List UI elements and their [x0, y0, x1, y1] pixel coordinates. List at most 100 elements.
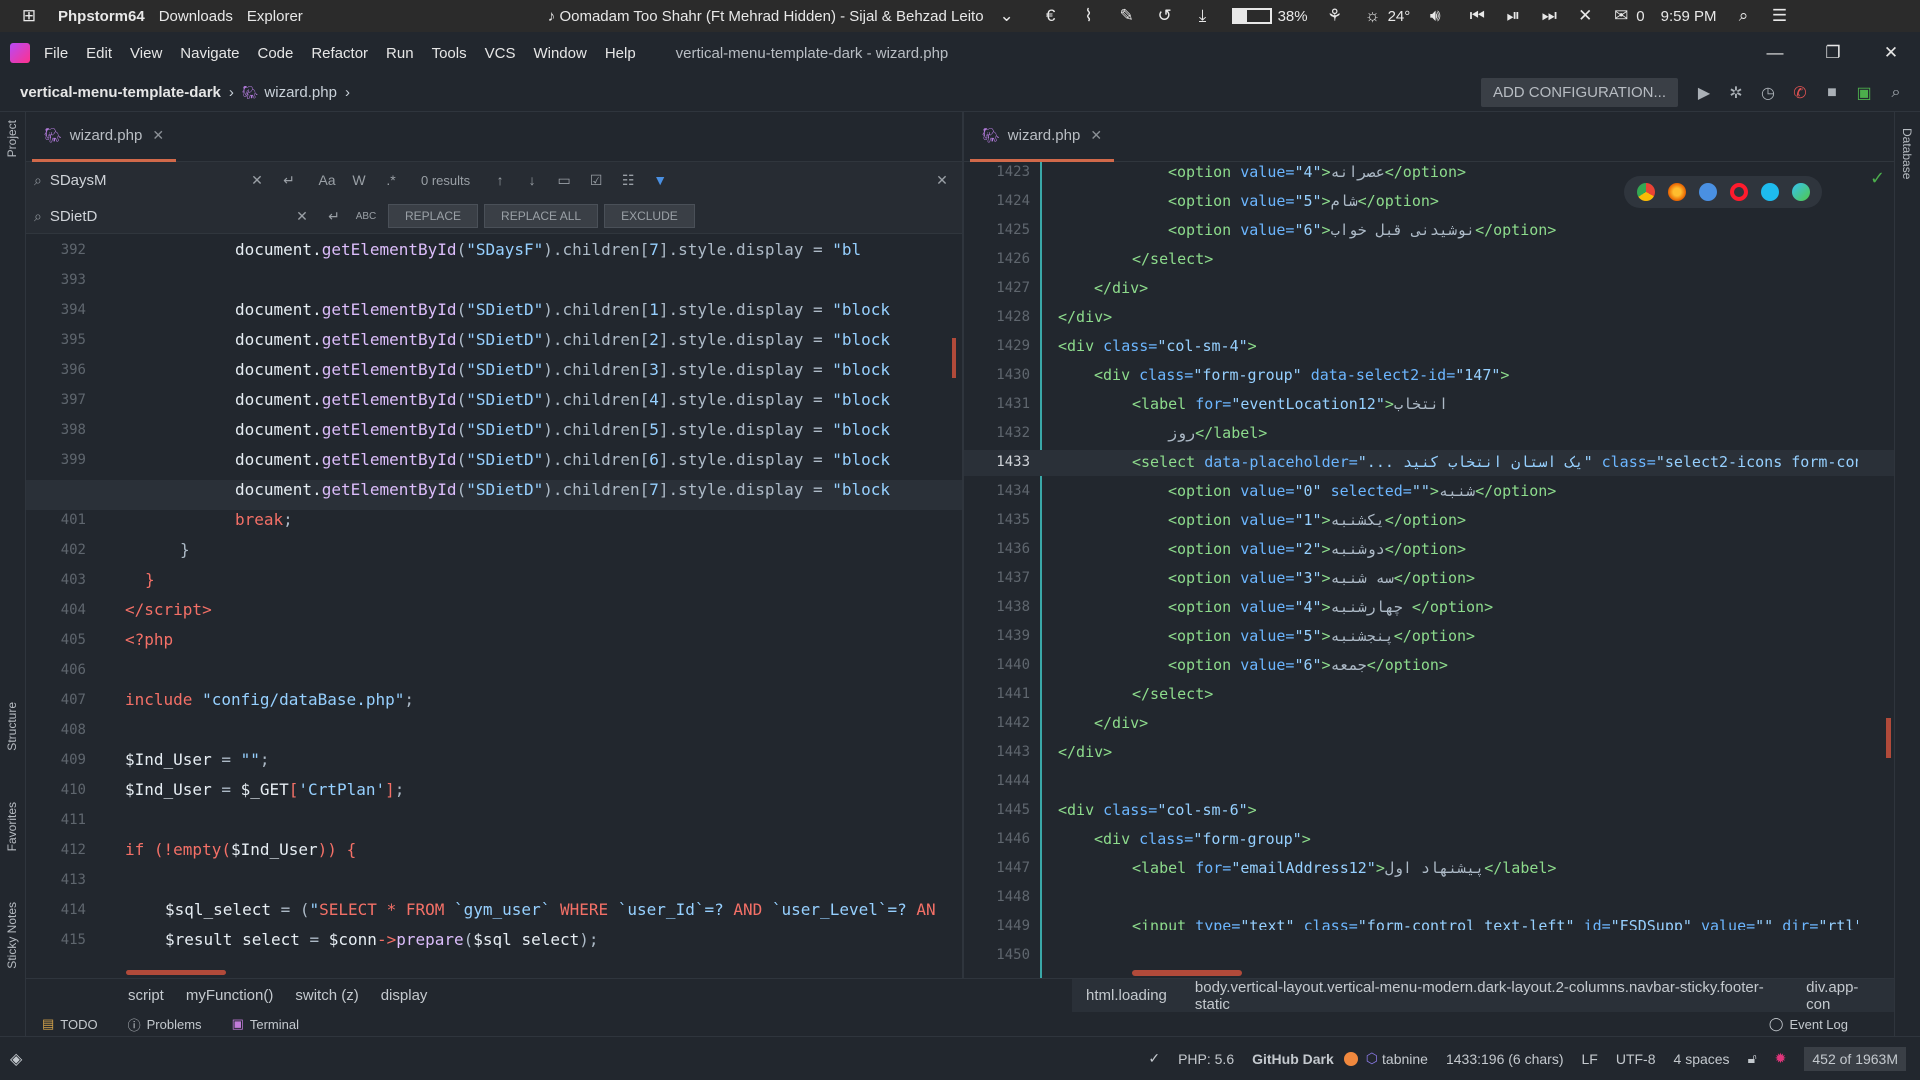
terminal-icon[interactable]: ▣ [1848, 83, 1880, 103]
memory-indicator[interactable]: 452 of 1963M [1804, 1046, 1906, 1071]
bug-icon[interactable]: ✹ [1775, 1050, 1787, 1067]
history-icon[interactable]: ↺ [1150, 6, 1180, 26]
euro-icon[interactable]: € [1036, 6, 1066, 26]
opera-icon[interactable] [1729, 183, 1748, 201]
breadcrumb-file[interactable]: wizard.php [264, 84, 337, 101]
file-encoding[interactable]: UTF-8 [1616, 1051, 1656, 1067]
search-field[interactable]: ⌕ SDaysM [26, 172, 241, 189]
left-code-area[interactable]: document.getElementById("SDaysF").childr… [125, 238, 960, 948]
restore-icon[interactable]: ❐ [1804, 43, 1862, 63]
microphone-muted-icon[interactable]: ✕ [1570, 6, 1600, 26]
taskbar-item-explorer[interactable]: Explorer [247, 8, 303, 25]
crumb-script[interactable]: script [128, 987, 164, 1004]
tab-wizard-php-right[interactable]: 🐘︎ wizard.php ✕ [970, 112, 1115, 162]
structure-tool-button[interactable]: Structure [5, 702, 19, 751]
run-icon[interactable]: ▶ [1688, 83, 1720, 103]
php-version[interactable]: PHP: 5.6 [1178, 1051, 1234, 1067]
close-find-icon[interactable]: ✕ [926, 172, 958, 189]
new-line-icon[interactable]: ↵ [273, 172, 305, 189]
replace-all-button[interactable]: REPLACE ALL [484, 204, 599, 228]
menu-edit[interactable]: Edit [86, 45, 112, 62]
volume-icon[interactable]: 🔊︎ [1420, 6, 1450, 26]
crumb-html[interactable]: html.loading [1086, 987, 1167, 1004]
crumb-display[interactable]: display [381, 987, 428, 1004]
next-occurrence-icon[interactable]: ↓ [516, 172, 548, 188]
menu-help[interactable]: Help [605, 45, 636, 62]
menu-view[interactable]: View [130, 45, 162, 62]
theme-name[interactable]: GitHub Dark [1252, 1051, 1334, 1067]
stop-icon[interactable]: ■ [1816, 84, 1848, 102]
tab-wizard-php-left[interactable]: 🐘︎ wizard.php ✕ [32, 112, 177, 162]
select-all-occurrences-icon[interactable]: ▭ [548, 172, 580, 189]
replace-field[interactable]: ⌕ SDietD [26, 208, 286, 225]
menu-run[interactable]: Run [386, 45, 414, 62]
edge-icon[interactable] [1791, 183, 1810, 201]
menu-navigate[interactable]: Navigate [180, 45, 239, 62]
vertical-scrollbar-marker[interactable] [1886, 718, 1891, 758]
debug-icon[interactable]: ✲ [1720, 83, 1752, 103]
menu-file[interactable]: File [44, 45, 68, 62]
pen-icon[interactable]: ✎ [1112, 6, 1142, 26]
network-icon[interactable]: ⚘ [1320, 6, 1350, 26]
preserve-case-icon[interactable]: ABC [350, 211, 382, 222]
search-input[interactable]: SDaysM [50, 172, 107, 189]
horizontal-scrollbar[interactable] [1132, 970, 1242, 976]
chevron-down-icon[interactable]: ⌄ [992, 6, 1022, 26]
menu-vcs[interactable]: VCS [485, 45, 516, 62]
menu-tools[interactable]: Tools [432, 45, 467, 62]
menu-code[interactable]: Code [257, 45, 293, 62]
tabnine-label[interactable]: tabnine [1382, 1051, 1428, 1067]
crumb-myfunction[interactable]: myFunction() [186, 987, 274, 1004]
horizontal-scrollbar[interactable] [126, 970, 226, 975]
breadcrumb-project[interactable]: vertical-menu-template-dark [20, 84, 221, 101]
right-code-area[interactable]: <option value="4">عصرانه</option> <optio… [1058, 160, 1858, 930]
add-configuration-button[interactable]: ADD CONFIGURATION... [1480, 78, 1678, 107]
clear-replace-icon[interactable]: ✕ [286, 208, 318, 225]
inspection-ok-icon[interactable]: ✓ [1148, 1050, 1160, 1067]
project-tool-button[interactable]: Project [5, 120, 19, 157]
match-case-icon[interactable]: Aa [311, 172, 343, 188]
replace-input[interactable]: SDietD [50, 208, 98, 225]
safari-icon[interactable] [1698, 183, 1717, 201]
mail-icon[interactable]: ✉ [1606, 6, 1636, 26]
download-icon[interactable]: ⤓ [1188, 6, 1218, 26]
regex-icon[interactable]: .* [375, 172, 407, 188]
search-everywhere-icon[interactable]: ⌕ [1880, 84, 1912, 102]
previous-occurrence-icon[interactable]: ↑ [484, 172, 516, 188]
indent-setting[interactable]: 4 spaces [1674, 1051, 1730, 1067]
media-now-playing[interactable]: ♪ Oomadam Too Shahr (Ft Mehrad Hidden) -… [548, 8, 984, 25]
exclude-button[interactable]: EXCLUDE [604, 204, 695, 228]
line-separator[interactable]: LF [1582, 1051, 1598, 1067]
menu-icon[interactable]: ☰ [1765, 6, 1795, 26]
menu-window[interactable]: Window [533, 45, 586, 62]
whole-words-icon[interactable]: W [343, 172, 375, 188]
previous-track-icon[interactable]: ⏮︎ [1462, 6, 1492, 26]
lock-icon[interactable]: 🔓︎ [1748, 1050, 1757, 1067]
menu-refactor[interactable]: Refactor [311, 45, 368, 62]
close-icon[interactable]: ✕ [1862, 43, 1920, 63]
crumb-switch[interactable]: switch (z) [295, 987, 358, 1004]
database-tool-button[interactable]: Database [1900, 128, 1914, 179]
taskbar-app-phpstorm[interactable]: Phpstorm64 [58, 8, 145, 25]
replace-new-line-icon[interactable]: ↵ [318, 208, 350, 225]
layers-icon[interactable]: ◈ [10, 1049, 22, 1069]
crumb-div-app[interactable]: div.app-con [1806, 979, 1880, 1013]
clock-time[interactable]: 9:59 PM [1661, 8, 1717, 25]
firefox-icon[interactable] [1667, 183, 1686, 201]
todo-tool-button[interactable]: TODO [60, 1017, 97, 1032]
favorites-tool-button[interactable]: Favorites [5, 802, 19, 851]
close-tab-icon[interactable]: ✕ [1090, 127, 1102, 144]
filter-lines-icon[interactable]: ☷ [612, 172, 644, 189]
no-problems-check-icon[interactable]: ✓ [1870, 168, 1885, 189]
filter-icon[interactable]: ▼ [644, 172, 676, 188]
vertical-scrollbar-marker[interactable] [952, 338, 956, 378]
internet-explorer-icon[interactable] [1760, 183, 1779, 201]
in-selection-icon[interactable]: ☑ [580, 172, 612, 189]
listen-debug-icon[interactable]: ✆ [1784, 83, 1816, 103]
sticky-notes-tool-button[interactable]: Sticky Notes [5, 902, 19, 969]
chrome-icon[interactable] [1636, 183, 1655, 201]
weather-icon[interactable]: ☼ [1358, 6, 1388, 26]
minimize-icon[interactable]: — [1746, 43, 1804, 63]
taskbar-item-downloads[interactable]: Downloads [159, 8, 233, 25]
clear-search-icon[interactable]: ✕ [241, 172, 273, 189]
